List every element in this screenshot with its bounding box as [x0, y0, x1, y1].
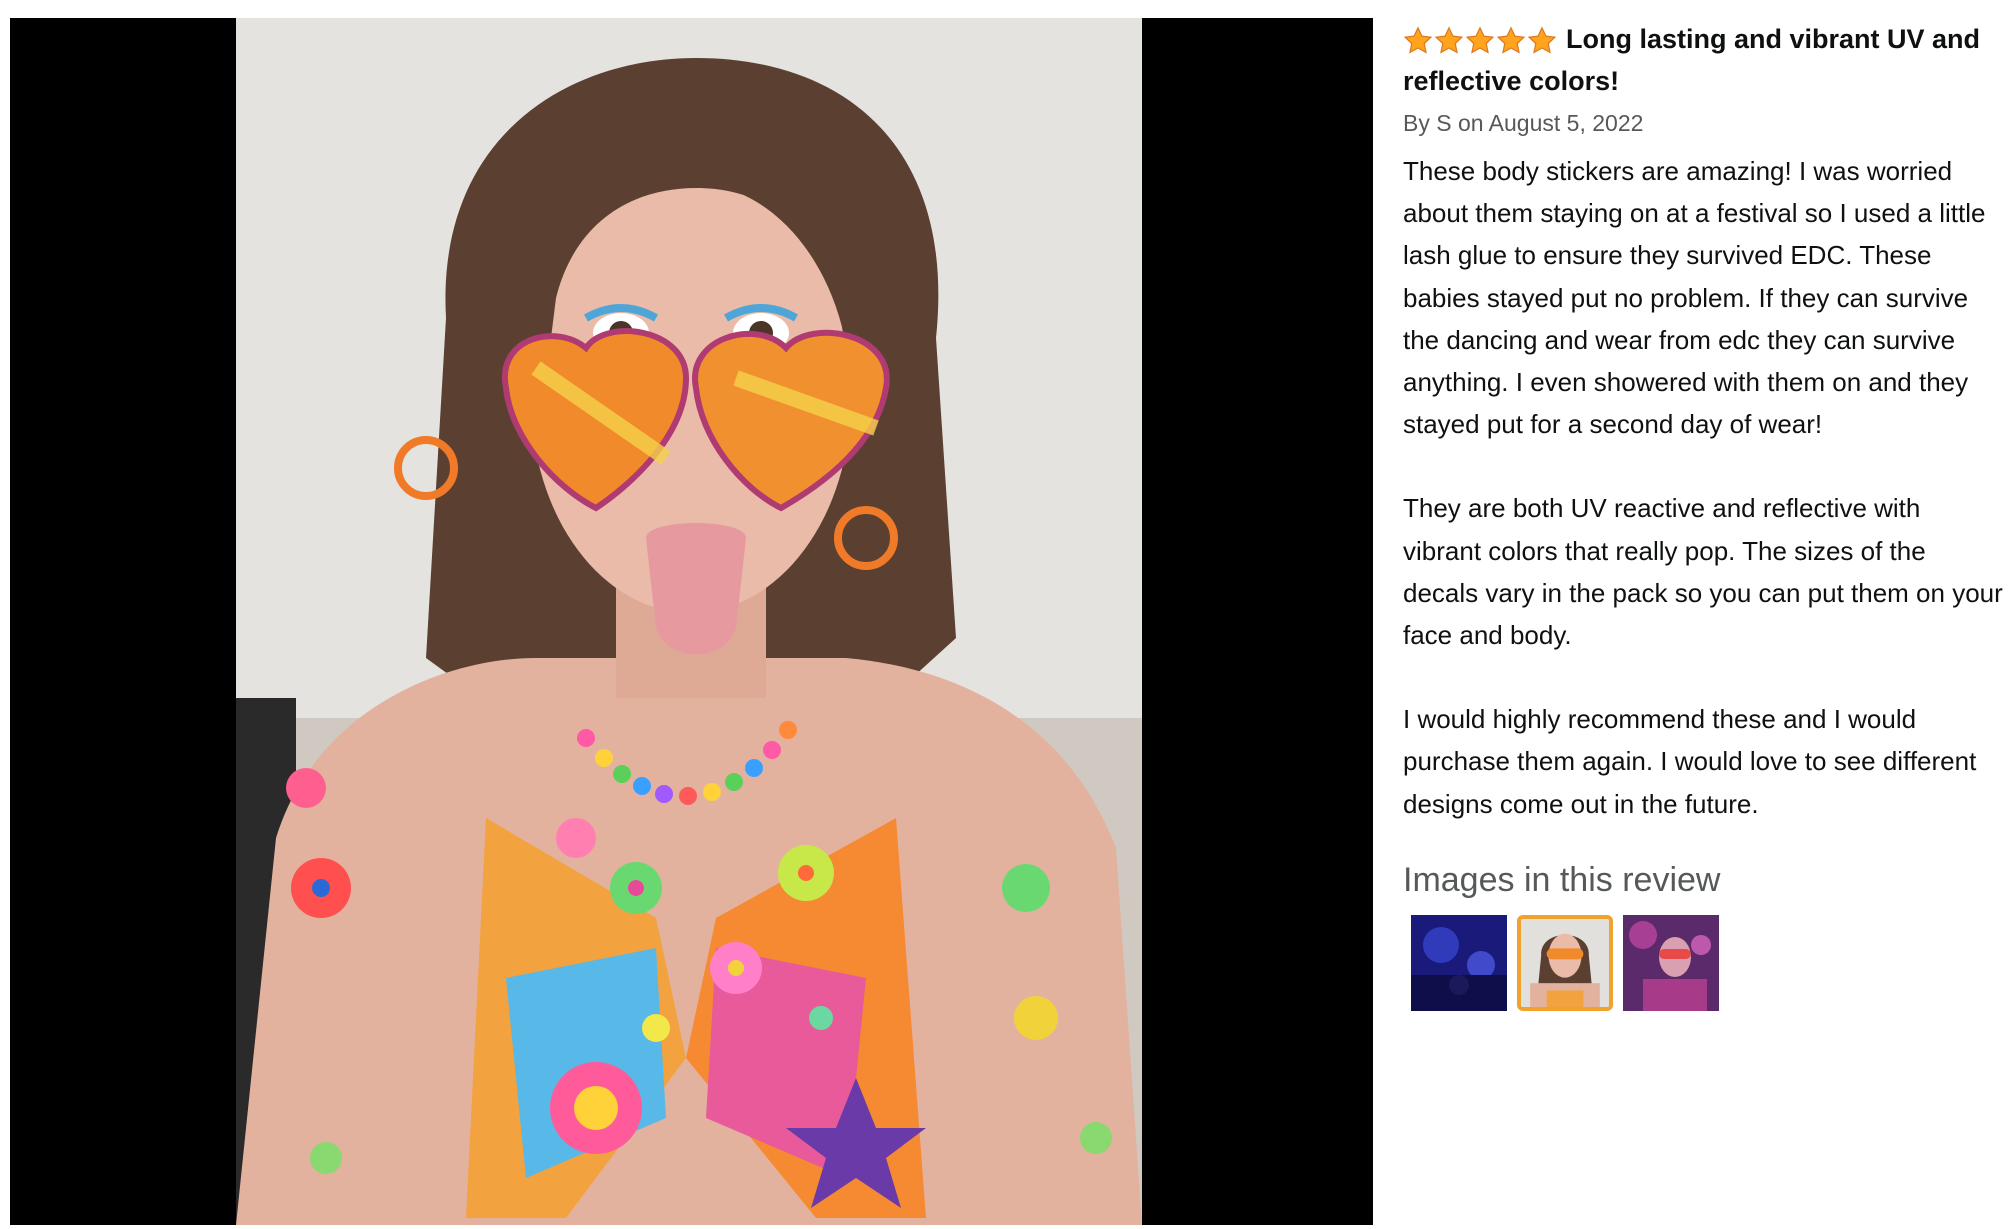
review-byline: By S on August 5, 2022 [1403, 110, 1644, 136]
star-icon [1434, 26, 1464, 54]
review-thumbnail[interactable] [1623, 914, 1719, 1011]
review-paragraph: I would highly recommend these and I wou… [1403, 704, 1977, 819]
star-rating [1403, 18, 1558, 60]
photo-illustration [236, 18, 1142, 1225]
star-icon [1527, 26, 1557, 54]
star-icon [1465, 26, 1495, 54]
review-body: These body stickers are amazing! I was w… [1403, 150, 2003, 825]
selfie-image-thumbnail [1521, 918, 1609, 1007]
review-paragraph: These body stickers are amazing! I was w… [1403, 156, 1986, 440]
star-icon [1403, 26, 1433, 54]
review-title-row: Long lasting and vibrant UV and reflecti… [1403, 18, 2003, 102]
review-thumbnails [1411, 914, 2003, 1011]
review-thumbnail-selected[interactable] [1517, 914, 1613, 1011]
review-photo[interactable] [236, 18, 1142, 1225]
concert-image-thumbnail [1411, 914, 1507, 1011]
images-heading: Images in this review [1403, 860, 1721, 899]
review-paragraph: They are both UV reactive and reflective… [1403, 493, 2003, 651]
review-thumbnail[interactable] [1411, 914, 1507, 1011]
image-viewer [10, 18, 1373, 1225]
star-icon [1496, 26, 1526, 54]
review-panel: Long lasting and vibrant UV and reflecti… [1403, 18, 2003, 1011]
crowd-image-thumbnail [1623, 914, 1719, 1011]
